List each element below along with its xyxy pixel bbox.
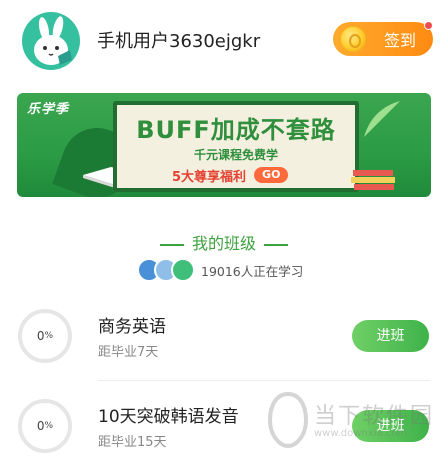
learner-avatar-icon bbox=[171, 258, 195, 282]
course-meta: 距毕业15天 bbox=[98, 435, 167, 450]
promo-banner[interactable]: 乐学季 BUFF加成不套路 千元课程免费学 5大尊享福利 GO bbox=[17, 93, 431, 197]
progress-value: 0 bbox=[36, 329, 45, 343]
my-class-title: 我的班级 bbox=[0, 230, 448, 254]
notification-dot bbox=[424, 21, 433, 30]
banner-go-button[interactable]: GO bbox=[254, 167, 289, 183]
course-item[interactable]: 0% 10天突破韩语发音 距毕业15天 进班 bbox=[0, 399, 448, 463]
banner-welfare-text: 5大尊享福利 bbox=[172, 169, 247, 185]
course-meta: 距毕业7天 bbox=[98, 345, 159, 360]
progress-ring: 0% bbox=[18, 309, 72, 363]
enter-class-button[interactable]: 进班 bbox=[352, 410, 429, 442]
learner-avatars bbox=[137, 258, 195, 282]
title-dash-right bbox=[264, 243, 288, 246]
progress-value: 0 bbox=[36, 419, 45, 433]
progress-unit: % bbox=[44, 331, 54, 341]
divider bbox=[98, 380, 430, 381]
coin-icon bbox=[340, 26, 366, 52]
checkin-label: 签到 bbox=[384, 31, 417, 50]
banner-logo: 乐学季 bbox=[27, 102, 70, 117]
progress-ring: 0% bbox=[18, 399, 72, 453]
course-title: 商务英语 bbox=[98, 317, 166, 337]
banner-subtitle: 千元课程免费学 bbox=[193, 148, 278, 162]
user-avatar[interactable] bbox=[22, 12, 80, 70]
progress-unit: % bbox=[44, 421, 54, 431]
title-dash-left bbox=[159, 243, 184, 246]
learners-row: 19016人正在学习 bbox=[137, 258, 303, 282]
palm-leaf-icon bbox=[364, 101, 400, 137]
course-title: 10天突破韩语发音 bbox=[98, 407, 239, 427]
learners-count: 19016人正在学习 bbox=[201, 263, 304, 279]
my-class-title-text: 我的班级 bbox=[191, 234, 256, 253]
enter-class-button[interactable]: 进班 bbox=[352, 320, 429, 352]
banner-welfare: 5大尊享福利 GO bbox=[172, 166, 289, 185]
banner-slogan: BUFF加成不套路 bbox=[136, 116, 336, 144]
course-item[interactable]: 0% 商务英语 距毕业7天 进班 bbox=[0, 309, 448, 389]
stacked-books-icon bbox=[351, 170, 395, 190]
banner-board: BUFF加成不套路 千元课程免费学 5大尊享福利 GO bbox=[113, 101, 359, 192]
rabbit-avatar-icon bbox=[34, 16, 72, 65]
username: 手机用户3630ejgkr bbox=[97, 31, 261, 52]
checkin-button[interactable]: 签到 bbox=[333, 21, 433, 56]
